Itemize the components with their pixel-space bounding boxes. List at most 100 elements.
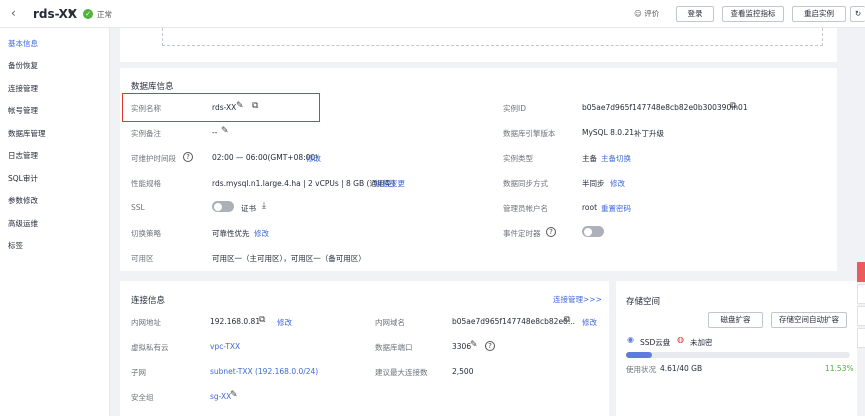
switch-strategy-label: 切换策略 [131, 229, 161, 238]
refresh-button[interactable]: ↻ [850, 6, 865, 22]
sidebar-item-advanced-ops[interactable]: 高级运维 [8, 218, 38, 229]
subnet-link[interactable]: subnet-TXX (192.168.0.0/24) [210, 367, 318, 376]
conn-info-title: 连接信息 [131, 296, 166, 306]
rate-link[interactable]: ☺ 评价 [634, 8, 659, 19]
edit-icon[interactable]: ✎ [236, 102, 244, 111]
sidebar-item-connection[interactable]: 连接管理 [8, 83, 38, 94]
sync-modify-link[interactable]: 修改 [610, 178, 625, 189]
instance-note-value: -- [212, 128, 218, 137]
type-value: 主备 [582, 154, 597, 163]
disk-expand-button[interactable]: 磁盘扩容 [708, 312, 763, 328]
storage-title: 存储空间 [626, 297, 661, 307]
sidebar-item-sql-audit[interactable]: SQL审计 [8, 173, 38, 184]
port-label: 数据库端口 [375, 343, 413, 352]
private-ip-modify-link[interactable]: 修改 [277, 317, 292, 328]
float-tab-share[interactable] [857, 284, 865, 304]
switchover-link[interactable]: 主备切换 [601, 153, 631, 164]
float-tab-help[interactable] [857, 306, 865, 326]
private-ip-label: 内网地址 [131, 318, 161, 327]
dashed-area [162, 28, 823, 46]
sidebar-item-accounts[interactable]: 帐号管理 [8, 105, 38, 116]
usage-bar-track [626, 352, 850, 358]
usage-bar-fill [626, 352, 652, 358]
conn-info-card [120, 281, 609, 416]
ssd-disk-icon: ◉ [627, 335, 634, 344]
upgrade-text: 补丁升级 [634, 129, 664, 138]
max-conn-label: 建议最大连接数 [375, 368, 428, 377]
monitor-button[interactable]: 查看监控指标 [722, 6, 784, 22]
event-scheduler-toggle[interactable] [582, 226, 604, 237]
maintenance-value: 02:00 — 06:00(GMT+08:00) [212, 153, 319, 162]
conn-mgmt-link[interactable]: 连接管理>>> [553, 294, 602, 305]
domain-value: b05ae7d965f147748e8cb82e0... [452, 317, 575, 326]
refresh-icon: ↻ [854, 9, 862, 18]
sg-link[interactable]: sg-XX [210, 392, 231, 401]
float-tab-edit[interactable] [857, 328, 865, 348]
help-icon[interactable]: ? [485, 341, 495, 351]
subnet-label: 子网 [131, 368, 146, 377]
float-tab-feedback[interactable] [857, 262, 865, 282]
chevron-down-icon[interactable]: ▼ [68, 9, 73, 17]
reset-password-link[interactable]: 重置密码 [601, 203, 631, 214]
db-info-title: 数据库信息 [131, 82, 174, 92]
type-label: 实例类型 [503, 154, 533, 163]
switch-strategy-value: 可靠性优先 [212, 229, 250, 238]
auto-expand-button[interactable]: 存储空间自动扩容 [771, 312, 847, 328]
sidebar-item-tags[interactable]: 标签 [8, 240, 23, 251]
switch-strategy-modify-link[interactable]: 修改 [254, 228, 269, 239]
download-icon[interactable]: ⤓ [262, 202, 266, 211]
restart-button[interactable]: 重启实例 [792, 6, 846, 22]
domain-label: 内网域名 [375, 318, 405, 327]
engine-value: MySQL 8.0.21 [582, 128, 634, 137]
max-conn-value: 2,500 [452, 367, 474, 376]
port-value: 3306 [452, 342, 472, 351]
copy-icon[interactable]: ⧉ [564, 316, 570, 325]
sync-label: 数据同步方式 [503, 179, 548, 188]
edit-icon[interactable]: ✎ [221, 127, 229, 136]
sidebar-item-logs[interactable]: 日志管理 [8, 150, 38, 161]
back-icon[interactable]: ‹ [11, 6, 16, 20]
az-value: 可用区一（主可用区），可用区一（备可用区） [212, 254, 366, 263]
sidebar-item-basic-info[interactable]: 基本信息 [8, 38, 38, 49]
maintenance-label: 可维护时间段 [131, 154, 176, 163]
sidebar-item-databases[interactable]: 数据库管理 [8, 128, 46, 139]
edit-icon[interactable]: ✎ [470, 341, 478, 350]
sidebar-item-params[interactable]: 参数修改 [8, 195, 38, 206]
help-icon[interactable]: ? [546, 227, 556, 237]
status-ok-icon: ✓ [83, 9, 93, 19]
smile-icon: ☺ [634, 9, 642, 18]
copy-icon[interactable]: ⧉ [259, 316, 265, 325]
unlock-icon: ◍ [677, 335, 684, 344]
vpc-link[interactable]: vpc-TXX [210, 342, 240, 351]
engine-label: 数据库引擎版本 [503, 129, 556, 138]
admin-value: root [582, 203, 598, 212]
encryption-value: 未加密 [690, 338, 713, 347]
spec-change-link[interactable]: 规格变更 [375, 178, 405, 189]
maintenance-modify-link[interactable]: 修改 [306, 153, 321, 164]
sidebar-item-backup[interactable]: 备份恢复 [8, 60, 38, 71]
ssl-label: SSL [131, 203, 145, 212]
cert-label: 证书 [241, 204, 256, 213]
admin-label: 管理员帐户名 [503, 204, 548, 213]
help-icon[interactable]: ? [183, 152, 193, 162]
instance-note-label: 实例备注 [131, 129, 161, 138]
copy-icon[interactable]: ⧉ [730, 102, 736, 111]
copy-icon[interactable]: ⧉ [252, 102, 258, 111]
ssl-toggle[interactable] [212, 201, 234, 212]
vpc-label: 虚拟私有云 [131, 343, 169, 352]
login-button[interactable]: 登录 [676, 6, 714, 22]
event-scheduler-label: 事件定时器 [503, 229, 541, 238]
instance-id-label: 实例ID [503, 104, 526, 113]
instance-name-value: rds-XX [212, 103, 237, 112]
sidebar: 基本信息 备份恢复 连接管理 帐号管理 数据库管理 日志管理 SQL审计 参数修… [0, 28, 110, 416]
sync-value: 半同步 [582, 179, 605, 188]
sg-label: 安全组 [131, 393, 154, 402]
instance-id-value: b05ae7d965f147748e8cb82e0b300390in01 [582, 103, 748, 112]
instance-name-label: 实例名称 [131, 104, 161, 113]
usage-label: 使用状况 [626, 365, 656, 374]
edit-icon[interactable]: ✎ [230, 391, 238, 400]
domain-modify-link[interactable]: 修改 [582, 317, 597, 328]
spec-label: 性能规格 [131, 179, 161, 188]
disk-type-value: SSD云盘 [640, 338, 671, 347]
usage-percent: 11.53% [825, 364, 854, 373]
